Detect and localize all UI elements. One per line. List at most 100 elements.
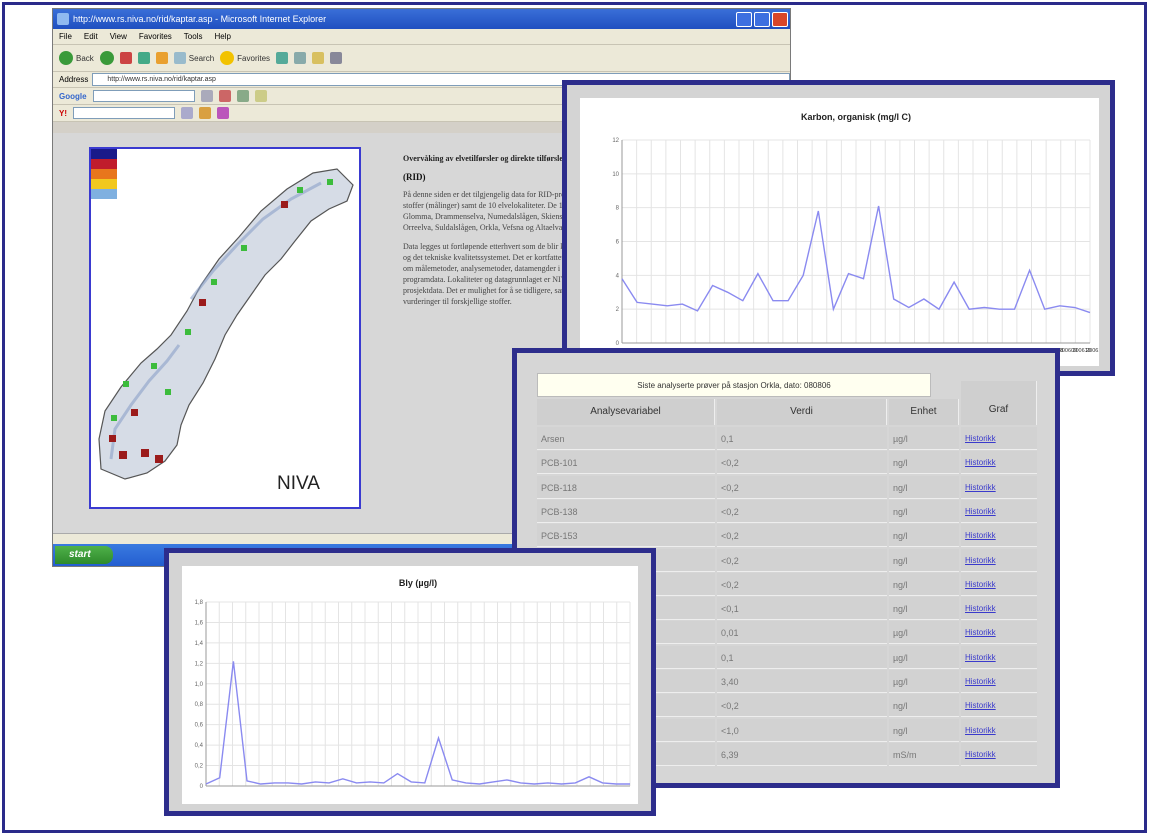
forward-icon bbox=[99, 51, 114, 65]
history-link[interactable]: Historikk bbox=[961, 742, 1037, 766]
autofill-icon[interactable] bbox=[254, 90, 267, 102]
cell-unit: µg/l bbox=[889, 427, 959, 450]
column-header-3: Graf bbox=[961, 381, 1037, 425]
history-link[interactable]: Historikk bbox=[961, 548, 1037, 572]
y-tick-label: 0,8 bbox=[195, 702, 204, 708]
favorites-button[interactable]: Favorites bbox=[220, 51, 270, 65]
minimize-button[interactable] bbox=[736, 11, 752, 27]
cell-unit: mS/m bbox=[889, 742, 959, 766]
menu-item-favorites[interactable]: Favorites bbox=[139, 32, 172, 41]
refresh-icon[interactable] bbox=[137, 52, 150, 64]
cell-unit: ng/l bbox=[889, 548, 959, 572]
back-icon bbox=[59, 51, 73, 65]
stop-icon[interactable] bbox=[119, 52, 132, 64]
history-link[interactable]: Historikk bbox=[961, 718, 1037, 742]
star-icon bbox=[220, 51, 235, 65]
menu-item-edit[interactable]: Edit bbox=[84, 32, 98, 41]
google-label: Google bbox=[59, 91, 87, 101]
cell-value: <0,1 bbox=[717, 597, 887, 621]
history-link[interactable]: Historikk bbox=[961, 621, 1037, 645]
maximize-button[interactable] bbox=[754, 11, 770, 27]
lead-chart-panel: Bly (µg/l) 0 0,2 0,4 0,6 0,8 1,0 1,2 1,4 1,6 1,8 bbox=[164, 548, 656, 816]
cell-value: 0,1 bbox=[717, 427, 887, 450]
cell-value: <1,0 bbox=[717, 718, 887, 742]
bookmark-icon[interactable] bbox=[199, 107, 211, 119]
cell-value: <0,2 bbox=[717, 451, 887, 475]
menu-item-view[interactable]: View bbox=[110, 32, 127, 41]
y-tick-label: 6 bbox=[616, 240, 620, 246]
chart-title: Bly (µg/l) bbox=[399, 578, 437, 588]
cell-value: <0,2 bbox=[717, 694, 887, 718]
history-link[interactable]: Historikk bbox=[961, 451, 1037, 475]
history-link[interactable]: Historikk bbox=[961, 475, 1037, 499]
yahoo-label: Y! bbox=[59, 108, 67, 118]
home-icon[interactable] bbox=[155, 52, 168, 64]
column-header-2: Enhet bbox=[889, 399, 959, 425]
norway-map bbox=[98, 168, 354, 480]
table-row: PCB-101 <0,2 ng/l Historikk bbox=[537, 451, 1037, 475]
cell-unit: ng/l bbox=[889, 524, 959, 548]
close-button[interactable] bbox=[772, 11, 788, 27]
mail-icon[interactable] bbox=[217, 107, 229, 119]
cell-unit: ng/l bbox=[889, 597, 959, 621]
cell-unit: ng/l bbox=[889, 499, 959, 523]
y-tick-label: 2 bbox=[616, 307, 620, 313]
lead-chart: Bly (µg/l) 0 0,2 0,4 0,6 0,8 1,0 1,2 1,4 1,6 1,8 bbox=[182, 566, 638, 804]
x-tick-label: 200611 bbox=[1086, 348, 1099, 354]
history-link[interactable]: Historikk bbox=[961, 670, 1037, 693]
cell-value: <0,2 bbox=[717, 499, 887, 523]
y-tick-label: 0 bbox=[200, 784, 204, 790]
folder-icon[interactable] bbox=[312, 52, 325, 64]
back-button[interactable]: Back bbox=[59, 51, 94, 65]
y-tick-label: 8 bbox=[616, 206, 620, 212]
cell-value: 3,40 bbox=[717, 670, 887, 693]
media-icon[interactable] bbox=[276, 52, 289, 64]
history-link[interactable]: Historikk bbox=[961, 499, 1037, 523]
cell-variable: PCB-101 bbox=[537, 451, 715, 475]
search-icon bbox=[173, 52, 186, 64]
history-icon[interactable] bbox=[294, 52, 307, 64]
google-search-input[interactable] bbox=[92, 90, 195, 102]
cell-unit: µg/l bbox=[889, 645, 959, 669]
cell-unit: ng/l bbox=[889, 475, 959, 499]
menu-item-tools[interactable]: Tools bbox=[184, 32, 203, 41]
search-button[interactable]: Search bbox=[173, 52, 214, 64]
title-bar: http://www.rs.niva.no/rid/kaptar.asp - M… bbox=[53, 9, 790, 29]
y-tick-label: 1,6 bbox=[195, 620, 204, 626]
table-row: PCB-138 <0,2 ng/l Historikk bbox=[537, 499, 1037, 524]
history-link[interactable]: Historikk bbox=[961, 427, 1037, 450]
cell-variable: PCB-153 bbox=[537, 524, 715, 548]
niva-logo bbox=[91, 149, 117, 199]
lead-chart-svg: Bly (µg/l) 0 0,2 0,4 0,6 0,8 1,0 1,2 1,4 1,6 1,8 bbox=[195, 578, 631, 790]
print-icon[interactable] bbox=[330, 52, 343, 64]
cell-value: <0,2 bbox=[717, 475, 887, 499]
history-link[interactable]: Historikk bbox=[961, 597, 1037, 621]
history-link[interactable]: Historikk bbox=[961, 694, 1037, 718]
cell-unit: ng/l bbox=[889, 718, 959, 742]
cell-variable: PCB-138 bbox=[537, 499, 715, 523]
y-tick-label: 1,2 bbox=[195, 661, 204, 667]
cell-variable: Arsen bbox=[537, 427, 715, 450]
menu-item-help[interactable]: Help bbox=[214, 32, 230, 41]
cell-value: <0,2 bbox=[717, 548, 887, 572]
cell-unit: ng/l bbox=[889, 572, 959, 596]
google-search-icon[interactable] bbox=[200, 90, 213, 102]
y-tick-label: 0,4 bbox=[195, 743, 204, 749]
history-link[interactable]: Historikk bbox=[961, 645, 1037, 669]
forward-button[interactable] bbox=[99, 51, 114, 65]
window-title: http://www.rs.niva.no/rid/kaptar.asp - M… bbox=[73, 14, 327, 24]
start-button[interactable]: start bbox=[55, 546, 113, 564]
history-link[interactable]: Historikk bbox=[961, 572, 1037, 596]
pagerank-icon[interactable] bbox=[218, 90, 231, 102]
yahoo-search-input[interactable] bbox=[73, 107, 175, 119]
y-tick-label: 0,2 bbox=[195, 764, 204, 770]
cell-unit: µg/l bbox=[889, 621, 959, 645]
yahoo-search-icon[interactable] bbox=[181, 107, 193, 119]
menu-item-file[interactable]: File bbox=[59, 32, 72, 41]
organic-carbon-chart: Karbon, organisk (mg/l C)024681012200401… bbox=[580, 98, 1110, 366]
y-tick-label: 12 bbox=[612, 138, 619, 144]
history-link[interactable]: Historikk bbox=[961, 524, 1037, 548]
table-caption: Siste analyserte prøver på stasjon Orkla… bbox=[537, 373, 931, 397]
check-icon[interactable] bbox=[236, 90, 249, 102]
cell-value: <0,2 bbox=[717, 524, 887, 548]
